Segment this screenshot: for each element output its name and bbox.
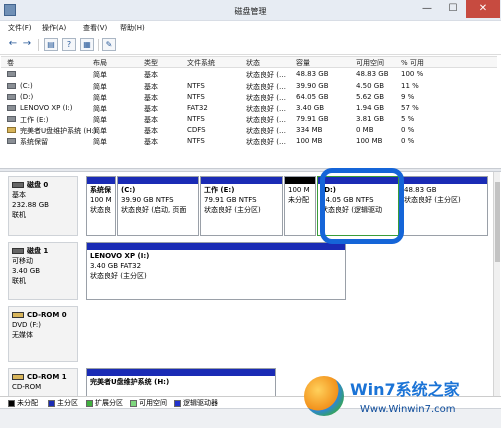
menu-action[interactable]: 操作(A): [42, 23, 66, 33]
legend-free: 可用空间: [130, 398, 167, 408]
title-bar: 磁盘管理 — ☐ ✕: [0, 0, 501, 21]
disk-0-label[interactable]: 磁盘 0 基本 232.88 GB 联机: [8, 176, 78, 236]
forward-arrow-icon[interactable]: →: [20, 38, 34, 51]
cd-drive-icon: [12, 312, 24, 318]
volume-icon: [7, 94, 16, 100]
toolbar-separator: [98, 39, 99, 51]
volume-icon: [7, 138, 16, 144]
toolbar-separator: [38, 39, 39, 51]
legend-primary: 主分区: [48, 398, 78, 408]
col-capacity[interactable]: 容量: [296, 58, 310, 68]
cd-drive-icon: [12, 374, 24, 380]
col-volume[interactable]: 卷: [7, 58, 14, 68]
cdrom-1-label[interactable]: CD-ROM 1 CD-ROM: [8, 368, 78, 396]
windows-logo-icon: [304, 376, 344, 416]
col-type[interactable]: 类型: [144, 58, 158, 68]
removable-disk-icon: [12, 248, 24, 254]
partition-h[interactable]: 完美者U盘维护系统 (H:): [86, 368, 276, 396]
volume-table: 卷 布局 类型 文件系统 状态 容量 可用空间 % 可用 简单 基本 状态良好 …: [1, 56, 497, 166]
partition-i[interactable]: LENOVO XP (I:) 3.40 GB FAT32 状态良好 (主分区): [86, 242, 346, 300]
volume-icon: [7, 71, 16, 77]
close-button[interactable]: ✕: [466, 0, 500, 18]
minimize-button[interactable]: —: [414, 0, 440, 18]
legend-swatch: [8, 399, 15, 407]
legend-extended: 扩展分区: [86, 398, 123, 408]
disk-1-row: 磁盘 1 可移动 3.40 GB 联机 LENOVO XP (I:) 3.40 G…: [8, 242, 488, 300]
volume-icon: [7, 105, 16, 111]
watermark-title: Win7系统之家: [350, 380, 460, 399]
legend-swatch: [130, 399, 137, 407]
cdrom-0-label[interactable]: CD-ROM 0 DVD (F:) 无媒体: [8, 306, 78, 362]
table-row[interactable]: LENOVO XP (I:) 简单 基本 FAT32 状态良好 (… 3.40 …: [1, 103, 497, 114]
menu-view[interactable]: 查看(V): [83, 23, 107, 33]
unallocated-space[interactable]: 100 M 未分配: [284, 176, 316, 236]
legend-swatch: [86, 399, 93, 407]
edit-icon[interactable]: ✎: [102, 38, 116, 51]
partition-system-reserved[interactable]: 系统保 100 M 状态良: [86, 176, 116, 236]
table-row[interactable]: 完美者U盘维护系统 (H:) 简单 基本 CDFS 状态良好 (… 334 MB…: [1, 125, 497, 136]
scrollbar-thumb[interactable]: [495, 182, 500, 262]
table-row[interactable]: 系统保留 简单 基本 NTFS 状态良好 (… 100 MB 100 MB 0 …: [1, 136, 497, 147]
col-status[interactable]: 状态: [246, 58, 260, 68]
partition-primary-free[interactable]: 48.83 GB 状态良好 (主分区): [400, 176, 488, 236]
legend-swatch: [174, 399, 181, 407]
watermark: Win7系统之家 Www.Winwin7.com: [300, 370, 495, 425]
partition-c[interactable]: (C:) 39.90 GB NTFS 状态良好 (启动, 页面: [117, 176, 199, 236]
vertical-scrollbar[interactable]: [493, 172, 500, 396]
back-arrow-icon[interactable]: ←: [6, 38, 20, 51]
partition-d[interactable]: (D:) 64.05 GB NTFS 状态良好 (逻辑驱动: [317, 176, 399, 236]
volume-icon: [7, 116, 16, 122]
cd-icon: [7, 127, 16, 133]
menu-help[interactable]: 帮助(H): [120, 23, 145, 33]
watermark-url: Www.Winwin7.com: [360, 404, 456, 415]
toolbar: ← → ▤ ? ▦ ✎: [0, 35, 501, 55]
console-tree-icon[interactable]: ▤: [44, 38, 58, 51]
help-icon[interactable]: ?: [62, 38, 76, 51]
legend-logical: 逻辑驱动器: [174, 398, 218, 408]
table-header: 卷 布局 类型 文件系统 状态 容量 可用空间 % 可用: [1, 57, 497, 68]
table-row[interactable]: (D:) 简单 基本 NTFS 状态良好 (… 64.05 GB 5.62 GB…: [1, 92, 497, 103]
properties-icon[interactable]: ▦: [80, 38, 94, 51]
table-row[interactable]: 工作 (E:) 简单 基本 NTFS 状态良好 (… 79.91 GB 3.81…: [1, 114, 497, 125]
cdrom-0-row: CD-ROM 0 DVD (F:) 无媒体: [8, 306, 488, 362]
col-percent-free[interactable]: % 可用: [401, 58, 424, 68]
menu-bar: 文件(F) 操作(A) 查看(V) 帮助(H): [0, 21, 501, 35]
hard-disk-icon: [12, 182, 24, 188]
menu-file[interactable]: 文件(F): [8, 23, 32, 33]
table-row[interactable]: 简单 基本 状态良好 (… 48.83 GB 48.83 GB 100 %: [1, 69, 497, 80]
volume-icon: [7, 83, 16, 89]
col-free-space[interactable]: 可用空间: [356, 58, 384, 68]
col-filesystem[interactable]: 文件系统: [187, 58, 215, 68]
maximize-button[interactable]: ☐: [440, 0, 466, 18]
partition-e[interactable]: 工作 (E:) 79.91 GB NTFS 状态良好 (主分区): [200, 176, 283, 236]
legend-unallocated: 未分配: [8, 398, 38, 408]
legend-swatch: [48, 399, 55, 407]
col-layout[interactable]: 布局: [93, 58, 107, 68]
disk-1-label[interactable]: 磁盘 1 可移动 3.40 GB 联机: [8, 242, 78, 300]
disk-0-row: 磁盘 0 基本 232.88 GB 联机 系统保 100 M 状态良 (C:) 39.…: [8, 176, 488, 236]
table-row[interactable]: (C:) 简单 基本 NTFS 状态良好 (… 39.90 GB 4.50 GB…: [1, 81, 497, 92]
disk-map: 磁盘 0 基本 232.88 GB 联机 系统保 100 M 状态良 (C:) 39.…: [0, 172, 497, 396]
